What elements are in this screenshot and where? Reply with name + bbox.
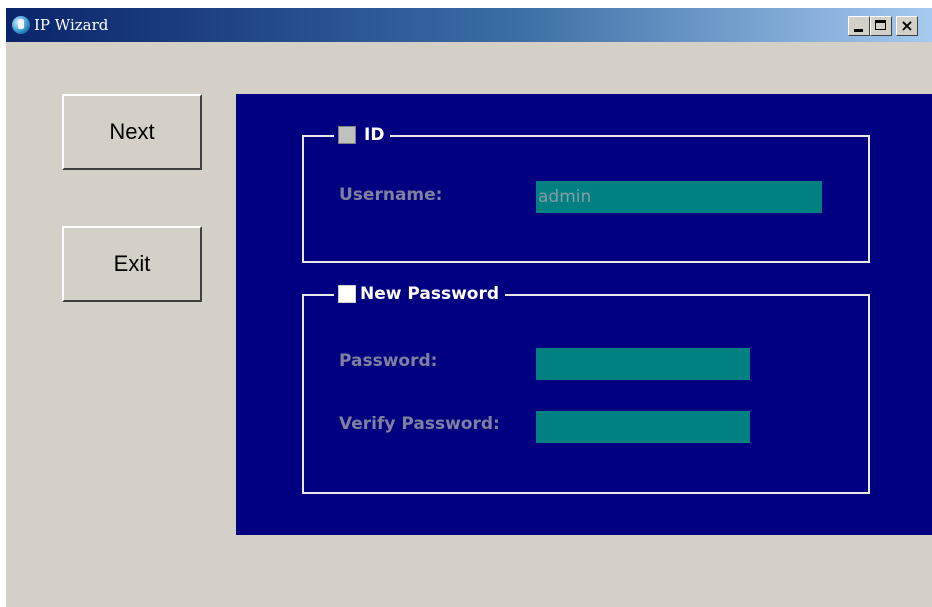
username-field[interactable] [536,181,822,213]
username-label: Username: [339,185,443,205]
exit-button[interactable]: Exit [62,226,202,302]
maximize-icon [875,20,886,30]
new-password-group-label: New Password [360,284,500,304]
ip-wizard-window: IP Wizard × Next Exit ID Username: New P… [6,8,932,607]
new-password-group: New Password Password: Verify Password: [302,282,870,494]
password-label: Password: [339,351,438,371]
settings-panel: ID Username: New Password Password: Veri… [236,94,932,535]
window-title: IP Wizard [34,16,109,34]
close-icon: × [900,16,914,35]
app-icon [12,16,30,34]
minimize-icon [854,29,863,32]
id-checkbox[interactable] [338,126,356,144]
id-group-legend: ID [334,123,391,147]
minimize-button[interactable] [848,16,870,36]
verify-password-label: Verify Password: [339,414,500,434]
close-button[interactable]: × [896,16,918,36]
new-password-checkbox[interactable] [338,285,356,303]
new-password-group-legend: New Password [334,282,506,306]
next-button[interactable]: Next [62,94,202,170]
verify-password-field[interactable] [536,411,750,443]
id-group: ID Username: [302,123,870,263]
password-field[interactable] [536,348,750,380]
id-group-label: ID [364,125,385,145]
maximize-button[interactable] [870,16,892,36]
title-bar[interactable]: IP Wizard × [6,8,932,42]
